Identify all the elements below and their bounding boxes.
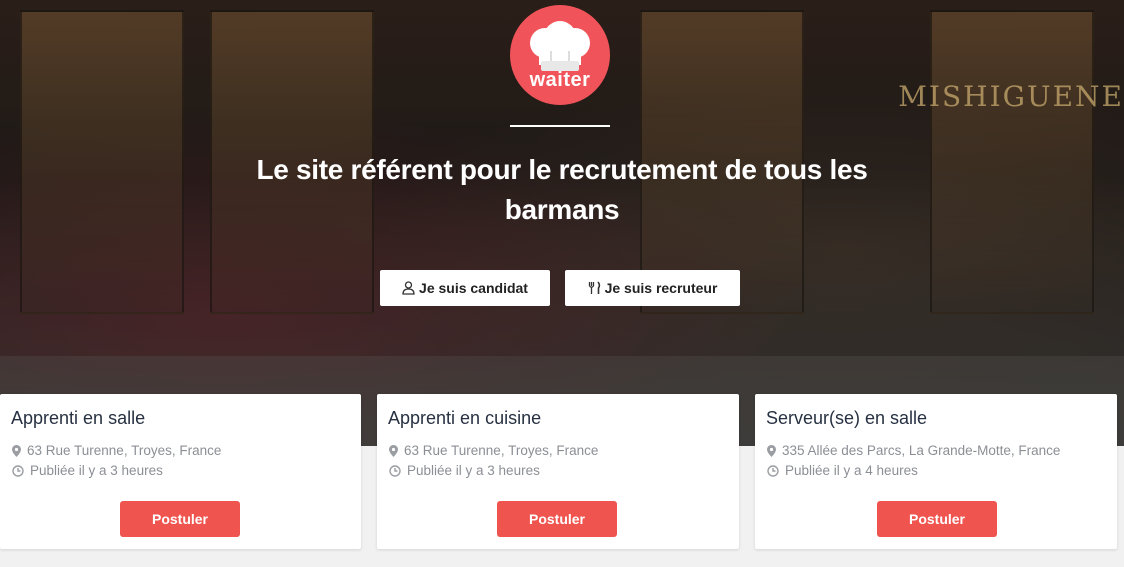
job-title[interactable]: Apprenti en cuisine (388, 408, 541, 429)
apply-button[interactable]: Postuler (877, 501, 997, 537)
candidate-button-label: Je suis candidat (419, 280, 528, 296)
job-published-text: Publiée il y a 3 heures (407, 463, 540, 478)
hero-divider (510, 125, 610, 127)
job-card: Serveur(se) en salle 335 Allée des Parcs… (755, 394, 1117, 549)
user-icon (402, 281, 415, 295)
job-published-text: Publiée il y a 3 heures (30, 463, 163, 478)
job-published-text: Publiée il y a 4 heures (785, 463, 918, 478)
clock-icon (389, 464, 401, 477)
chef-hat-icon (530, 21, 590, 71)
job-title[interactable]: Apprenti en salle (11, 408, 145, 429)
job-location: 63 Rue Turenne, Troyes, France (389, 443, 598, 458)
job-location-text: 63 Rue Turenne, Troyes, France (404, 443, 599, 458)
job-published: Publiée il y a 3 heures (389, 463, 540, 478)
job-card: Apprenti en salle 63 Rue Turenne, Troyes… (0, 394, 361, 549)
map-marker-icon (12, 444, 21, 457)
job-card: Apprenti en cuisine 63 Rue Turenne, Troy… (377, 394, 739, 549)
job-location: 63 Rue Turenne, Troyes, France (12, 443, 221, 458)
job-location-text: 63 Rue Turenne, Troyes, France (27, 443, 222, 458)
map-marker-icon (767, 444, 776, 457)
logo-text: waiter (529, 69, 591, 91)
apply-button[interactable]: Postuler (120, 501, 240, 537)
job-title[interactable]: Serveur(se) en salle (766, 408, 927, 429)
clock-icon (767, 464, 779, 477)
job-published: Publiée il y a 3 heures (12, 463, 163, 478)
job-published: Publiée il y a 4 heures (767, 463, 918, 478)
candidate-button[interactable]: Je suis candidat (380, 270, 550, 306)
job-location-text: 335 Allée des Parcs, La Grande-Motte, Fr… (782, 443, 1061, 458)
recruiter-button[interactable]: Je suis recruteur (565, 270, 740, 306)
recruiter-button-label: Je suis recruteur (604, 280, 718, 296)
cutlery-icon (588, 281, 600, 294)
hero-headline: Le site référent pour le recrutement de … (256, 154, 868, 225)
clock-icon (12, 464, 24, 477)
background-sign: MISHIGUENE (898, 80, 1124, 113)
apply-button[interactable]: Postuler (497, 501, 617, 537)
map-marker-icon (389, 444, 398, 457)
job-location: 335 Allée des Parcs, La Grande-Motte, Fr… (767, 443, 1060, 458)
waiter-logo[interactable]: waiter (510, 5, 610, 105)
